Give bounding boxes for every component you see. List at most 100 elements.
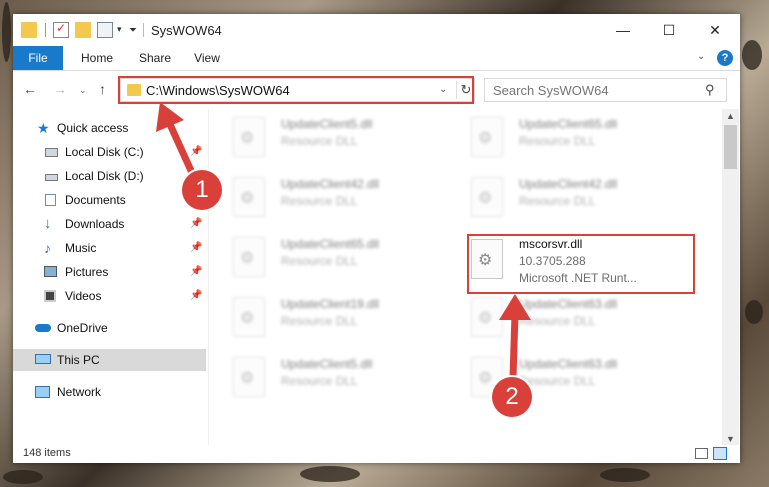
back-button[interactable]: ← — [23, 81, 37, 97]
pin-icon[interactable]: 📌 — [190, 261, 202, 283]
file-description: Resource DLL — [281, 194, 358, 208]
file-item[interactable]: UpdateClient19.dll Resource DLL — [213, 289, 443, 345]
scroll-down-icon[interactable]: ▼ — [726, 434, 735, 444]
sidebar-item-this-pc[interactable]: This PC — [13, 349, 206, 371]
close-button[interactable]: ✕ — [692, 14, 738, 46]
downloads-icon: ↓ — [44, 215, 52, 232]
sidebar-item-label: OneDrive — [57, 321, 108, 335]
status-bar: 148 items — [13, 445, 740, 463]
file-description: Resource DLL — [281, 314, 358, 328]
arrow-to-file-icon — [499, 294, 531, 382]
sidebar-item-label: Local Disk (C:) — [65, 145, 144, 159]
title-bar: ▾ ⏷ SysWOW64 — ☐ ✕ — [13, 14, 740, 46]
properties-icon[interactable] — [53, 21, 69, 38]
tab-home[interactable]: Home — [73, 46, 121, 70]
maximize-button[interactable]: ☐ — [646, 14, 692, 46]
file-highlight-box — [467, 234, 695, 294]
dll-file-icon — [471, 117, 503, 157]
pc-icon — [35, 354, 51, 364]
sidebar-item-label: Pictures — [65, 265, 109, 279]
dll-file-icon — [233, 177, 265, 217]
divider — [45, 23, 46, 37]
file-description: Resource DLL — [519, 134, 596, 148]
tab-file[interactable]: File — [13, 46, 63, 70]
network-icon — [35, 386, 50, 398]
pin-icon[interactable]: 📌 — [190, 213, 202, 235]
step-2-badge: 2 — [492, 377, 532, 417]
sidebar-item-network[interactable]: Network — [13, 381, 206, 403]
search-box[interactable]: ⚲ — [484, 78, 727, 102]
sidebar-item-label: Local Disk (D:) — [65, 169, 144, 183]
dll-file-icon — [233, 237, 265, 277]
file-description: Resource DLL — [281, 134, 358, 148]
file-description: Resource DLL — [281, 374, 358, 388]
drive-icon — [45, 174, 58, 181]
recent-locations-button[interactable]: ⌄ — [79, 85, 87, 96]
sidebar-item-pictures[interactable]: Pictures 📌 — [13, 261, 206, 283]
up-button[interactable]: ↑ — [99, 81, 106, 97]
divider — [143, 23, 144, 37]
file-item[interactable]: UpdateClient63.dll Resource DLL — [451, 349, 681, 405]
help-button[interactable]: ? — [717, 50, 733, 66]
expand-ribbon-icon[interactable]: ⌄ — [697, 51, 705, 62]
item-count: 148 items — [23, 447, 71, 459]
file-item[interactable]: UpdateClient65.dll Resource DLL — [451, 109, 681, 165]
sidebar-item-downloads[interactable]: ↓ Downloads 📌 — [13, 213, 206, 235]
vertical-scrollbar[interactable]: ▲ ▼ — [722, 109, 739, 447]
tab-view[interactable]: View — [187, 46, 227, 70]
folder-icon[interactable] — [21, 22, 37, 38]
wallpaper-spot — [2, 2, 11, 62]
sidebar-item-label: Network — [57, 385, 102, 399]
sidebar-item-music[interactable]: ♪ Music 📌 — [13, 237, 206, 259]
sidebar-item-videos[interactable]: Videos 📌 — [13, 285, 206, 307]
scrollbar-thumb[interactable] — [724, 125, 737, 169]
forward-button[interactable]: → — [53, 81, 67, 97]
dll-file-icon — [233, 297, 265, 337]
file-name: UpdateClient65.dll — [519, 117, 618, 131]
sidebar-item-label: Documents — [65, 193, 126, 207]
pin-icon[interactable]: 📌 — [190, 237, 202, 259]
sidebar-item-label: Quick access — [57, 121, 129, 135]
sidebar-item-label: This PC — [57, 353, 100, 367]
large-icons-view-icon[interactable] — [713, 447, 727, 460]
new-folder-icon[interactable] — [75, 22, 91, 38]
file-item[interactable]: UpdateClient5.dll Resource DLL — [213, 349, 443, 405]
file-item[interactable]: UpdateClient5.dll Resource DLL — [213, 109, 443, 165]
wallpaper-spot — [742, 40, 762, 70]
scroll-up-icon[interactable]: ▲ — [726, 111, 735, 121]
file-name: UpdateClient42.dll — [281, 177, 380, 191]
drive-icon — [45, 148, 58, 157]
minimize-button[interactable]: — — [600, 14, 646, 46]
sidebar-item-label: Downloads — [65, 217, 125, 231]
file-name: UpdateClient5.dll — [281, 117, 373, 131]
dll-file-icon — [471, 177, 503, 217]
documents-icon — [45, 194, 56, 206]
wallpaper-spot — [745, 300, 763, 324]
videos-icon — [44, 290, 56, 302]
file-name: UpdateClient65.dll — [281, 237, 380, 251]
star-icon: ★ — [37, 120, 50, 136]
details-view-icon[interactable] — [695, 448, 708, 459]
music-icon: ♪ — [44, 240, 51, 256]
dll-file-icon — [233, 117, 265, 157]
file-item[interactable]: UpdateClient42.dll Resource DLL — [451, 169, 681, 225]
customize-toolbar-icon[interactable]: ⏷ — [129, 25, 137, 36]
sidebar-item-onedrive[interactable]: OneDrive — [13, 317, 206, 339]
pictures-icon — [44, 266, 57, 277]
ribbon: File Home Share View ⌄ ? — [13, 46, 740, 71]
file-item[interactable]: UpdateClient42.dll Resource DLL — [213, 169, 443, 225]
pin-icon[interactable]: 📌 — [190, 285, 202, 307]
sidebar-item-label: Videos — [65, 289, 102, 303]
tab-share[interactable]: Share — [133, 46, 177, 70]
search-input[interactable] — [491, 82, 695, 99]
file-item[interactable]: UpdateClient63.dll Resource DLL — [451, 289, 681, 345]
sidebar-item-label: Music — [65, 241, 97, 255]
file-item[interactable]: UpdateClient65.dll Resource DLL — [213, 229, 443, 285]
step-1-badge: 1 — [182, 170, 222, 210]
wallpaper-spot — [3, 470, 43, 484]
wallpaper-spot — [300, 466, 360, 482]
chevron-down-icon[interactable]: ▾ — [117, 24, 122, 35]
search-icon[interactable]: ⚲ — [705, 82, 715, 98]
view-icon[interactable] — [97, 22, 113, 38]
file-name: UpdateClient19.dll — [281, 297, 380, 311]
